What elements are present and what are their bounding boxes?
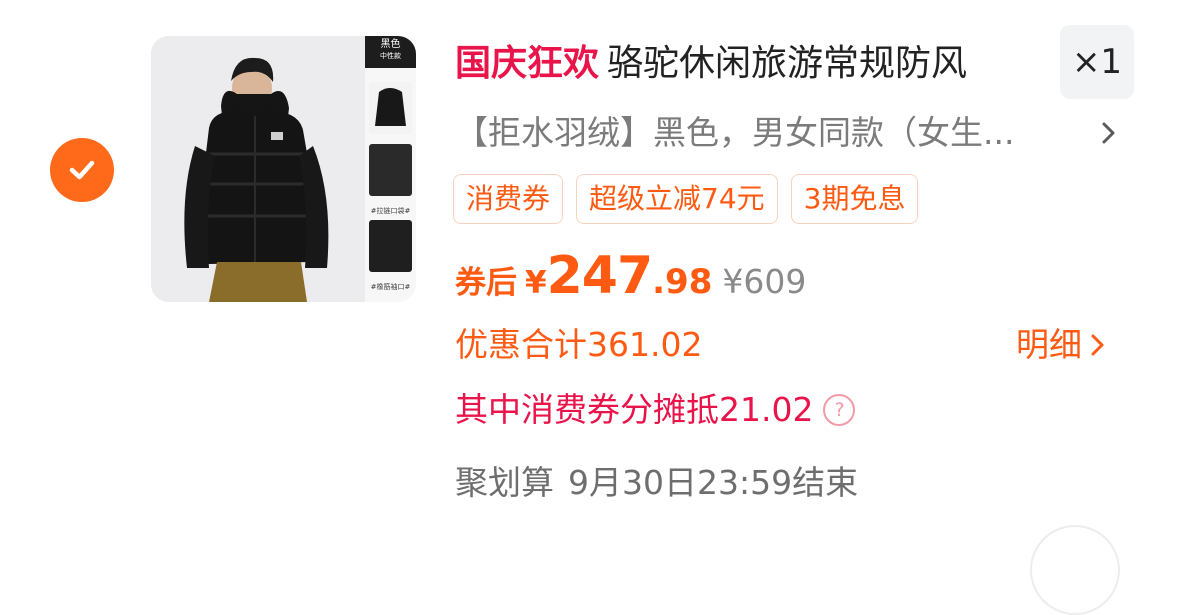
cart-item: 黑色 中性款 #拉链口袋# #橡筋袖口# 国庆狂欢 骆驼休闲旅游常规防风 ×1 【…	[0, 0, 1179, 615]
sku-selector[interactable]: 【拒水羽绒】黑色，男女同款（女生...	[455, 108, 1120, 158]
price-decimal: .98	[652, 262, 713, 302]
event-info: 聚划算 9月30日23:59结束	[455, 458, 858, 508]
promo-tags: 消费券 超级立减74元 3期免息	[453, 174, 919, 224]
product-detail-strip: 黑色 中性款 #拉链口袋# #橡筋袖口#	[365, 36, 416, 302]
event-end-time: 9月30日23:59结束	[568, 463, 859, 502]
chevron-right-icon	[1102, 122, 1115, 144]
event-name: 聚划算	[455, 463, 554, 502]
price-currency: ¥	[525, 265, 547, 301]
check-icon	[69, 160, 95, 180]
price-row: 券后 ¥247.98 ¥609	[455, 246, 806, 306]
color-swatch-label: 黑色 中性款	[365, 36, 416, 68]
question-circle-icon[interactable]: ?	[823, 394, 856, 426]
tag-instant-discount: 超级立减74元	[576, 174, 778, 224]
title-highlight: 国庆狂欢	[455, 43, 600, 84]
coupon-share-text: 其中消费券分摊抵21.02	[455, 390, 814, 429]
product-photo	[151, 36, 365, 302]
caption-cuff: #橡筋袖口#	[370, 283, 411, 291]
original-price: ¥609	[722, 262, 807, 301]
tag-installment: 3期免息	[790, 174, 919, 224]
detail-zipper-pocket	[369, 144, 412, 196]
floating-button-edge[interactable]	[1030, 525, 1120, 615]
price-label: 券后	[455, 265, 517, 301]
item-select-checkbox[interactable]	[50, 138, 114, 202]
coupon-share-line: 其中消费券分摊抵21.02 ?	[455, 385, 856, 435]
quantity-badge[interactable]: ×1	[1060, 25, 1134, 99]
product-image[interactable]: 黑色 中性款 #拉链口袋# #橡筋袖口#	[151, 36, 416, 302]
detail-jacket-back	[369, 82, 412, 134]
sku-text: 【拒水羽绒】黑色，男女同款（女生...	[455, 113, 1015, 152]
tag-coupon: 消费券	[453, 174, 564, 224]
detail-cuff	[369, 220, 412, 272]
caption-zipper: #拉链口袋#	[370, 207, 411, 215]
discount-detail-link[interactable]: 明细	[1016, 320, 1108, 370]
title-text: 骆驼休闲旅游常规防风	[607, 43, 968, 84]
detail-label: 明细	[1016, 325, 1082, 364]
product-title[interactable]: 国庆狂欢 骆驼休闲旅游常规防风	[455, 38, 1045, 90]
discount-total: 优惠合计361.02	[455, 325, 703, 364]
chevron-right-icon	[1091, 334, 1104, 356]
price-integer: 247	[546, 246, 654, 306]
